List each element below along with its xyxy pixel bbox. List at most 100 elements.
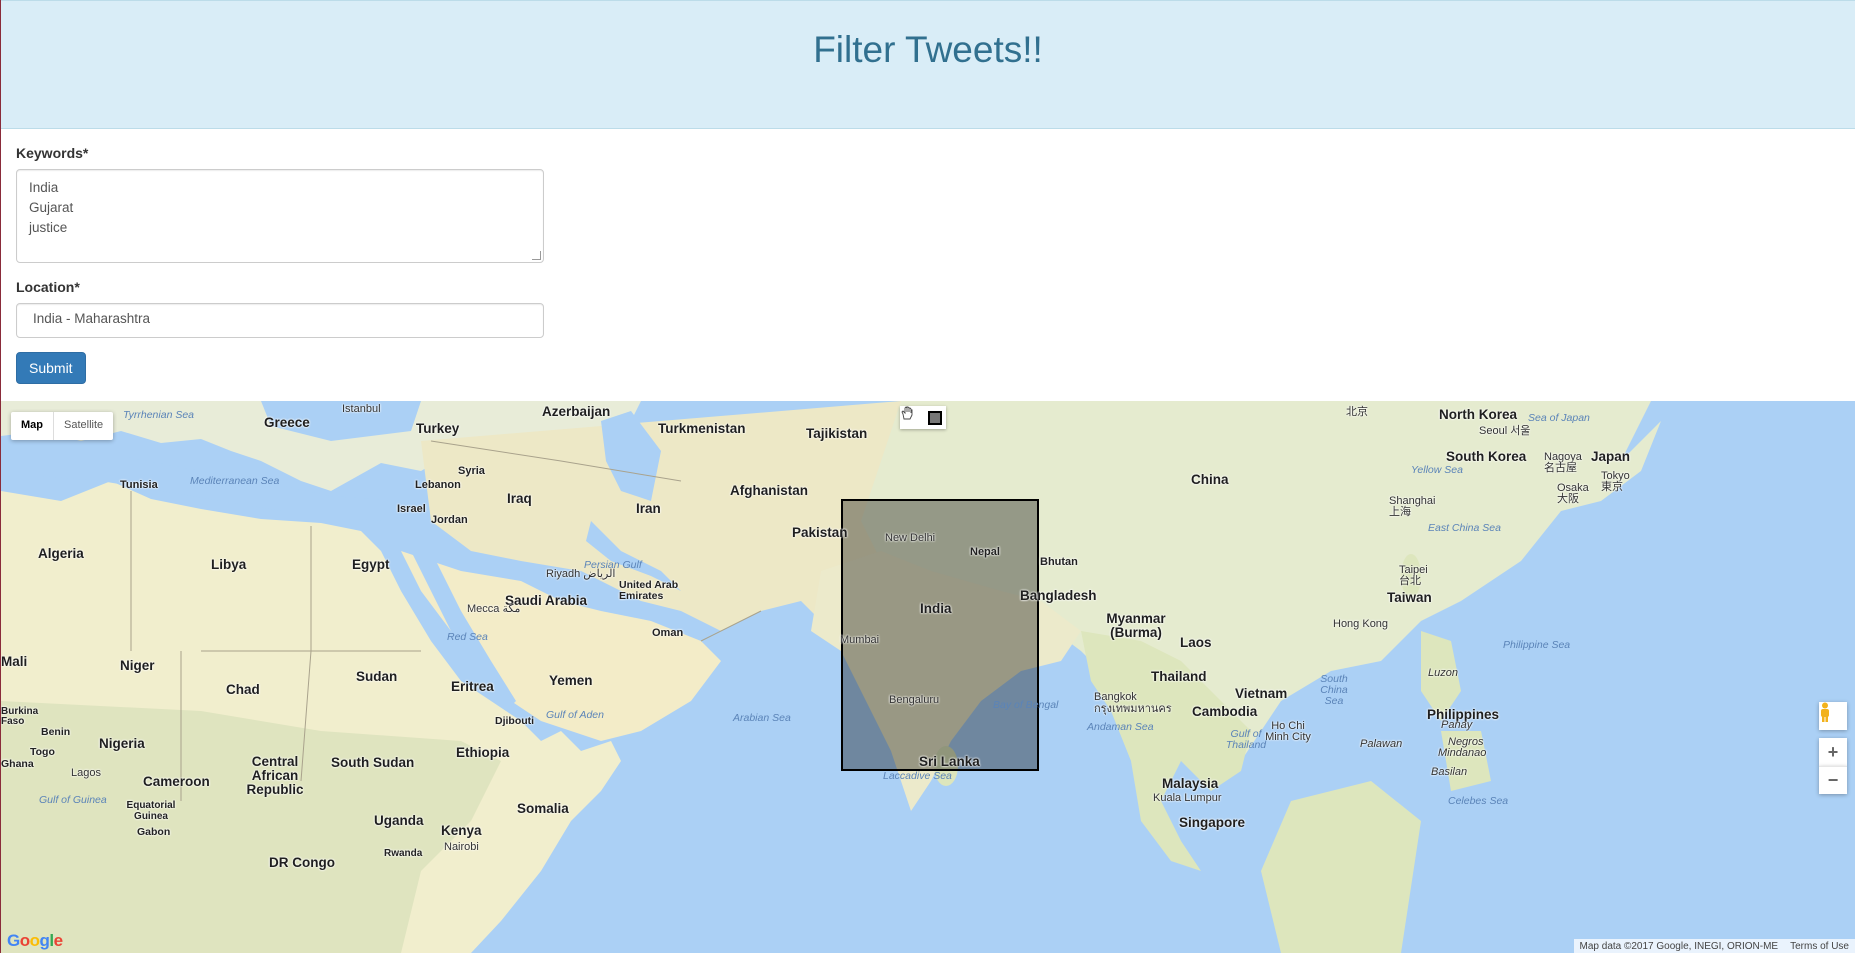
city-label: Seoul 서울 (1479, 425, 1531, 437)
map-type-map-button[interactable]: Map (11, 412, 54, 440)
map-label: Ghana (1, 758, 34, 770)
city-label: Nairobi (444, 841, 479, 853)
map-label: Japan (1591, 449, 1631, 464)
sea-label: Gulf of Guinea (39, 794, 107, 806)
city-label: Panay (1441, 719, 1473, 731)
map-label: Oman (652, 627, 684, 639)
map-label: Sri Lanka (919, 754, 980, 769)
google-logo: Google (7, 931, 63, 950)
map-label: Central African Republic (246, 754, 304, 797)
map-label: Thailand (1151, 669, 1207, 684)
map-label: Algeria (38, 546, 84, 561)
map-label: Togo (30, 746, 55, 758)
map-view[interactable]: Greece Turkey Azerbaijan Turkmenistan Ta… (1, 401, 1855, 953)
page-header: Filter Tweets!! (1, 0, 1855, 129)
rectangle-draw-icon[interactable] (923, 406, 946, 429)
map-label: Egypt (352, 557, 390, 572)
map-label: Turkey (416, 421, 460, 436)
map-label: Jordan (431, 514, 468, 526)
map-attribution-bar: Map data ©2017 Google, INEGI, ORION-ME T… (1573, 939, 1855, 953)
map-label: Cameroon (143, 774, 210, 789)
map-label: Greece (264, 415, 310, 430)
map-label: Taiwan (1387, 590, 1432, 605)
map-label: Tunisia (120, 479, 158, 491)
pegman-icon[interactable] (1819, 702, 1847, 730)
city-label: New Delhi (885, 532, 936, 544)
city-label: Hong Kong (1333, 618, 1389, 630)
map-label: South Korea (1446, 449, 1527, 464)
sea-label: Yellow Sea (1411, 464, 1463, 476)
map-label: Iran (636, 501, 661, 516)
map-label: Bhutan (1040, 556, 1078, 568)
map-label: Israel (397, 503, 426, 515)
map-label: DR Congo (269, 855, 335, 870)
map-label: Burkina Faso (1, 706, 39, 727)
sea-label: Tyrrhenian Sea (123, 409, 195, 421)
sea-label: Mediterranean Sea (190, 475, 280, 487)
sea-label: Gulf of Thailand (1225, 728, 1267, 751)
keywords-label: Keywords* (16, 145, 89, 161)
map-label: Rwanda (384, 848, 423, 859)
map-label: Libya (211, 557, 247, 572)
map-label: Ethiopia (456, 745, 510, 760)
city-label: Luzon (1428, 667, 1458, 679)
map-label: Myanmar (Burma) (1106, 611, 1166, 640)
filter-form: Keywords* India Gujarat justice Location… (1, 129, 1855, 401)
map-label: North Korea (1439, 407, 1518, 422)
map-label: Equatorial Guinea (126, 800, 176, 822)
sea-label: South China Sea (1320, 673, 1348, 707)
sea-label: Sea of Japan (1528, 412, 1590, 424)
resize-handle-icon[interactable] (532, 251, 541, 260)
map-label: Turkmenistan (658, 421, 746, 436)
city-label: Bengaluru (889, 694, 940, 706)
sea-label: Arabian Sea (733, 712, 791, 724)
keyword-line: Gujarat (29, 200, 74, 215)
map-label: Benin (41, 726, 71, 738)
map-label: Lebanon (415, 479, 461, 491)
map-type-satellite-button[interactable]: Satellite (54, 412, 113, 440)
map-label: Somalia (517, 801, 569, 816)
city-label: Bangkok กรุงเทพมหานคร (1094, 691, 1172, 715)
sea-label: Gulf of Aden (546, 709, 604, 721)
submit-button[interactable]: Submit (16, 352, 86, 384)
sea-label: Laccadive Sea (883, 770, 952, 782)
city-label: Kuala Lumpur (1153, 792, 1222, 804)
map-label: Nigeria (99, 736, 145, 751)
map-label: Niger (120, 658, 155, 673)
map-label: India (920, 601, 952, 616)
map-label: Bangladesh (1020, 588, 1097, 603)
city-label: Taipei 台北 (1399, 564, 1428, 587)
map-label: Gabon (137, 826, 171, 838)
city-label: Osaka 大阪 (1557, 482, 1589, 505)
map-label: Afghanistan (730, 483, 809, 498)
map-label: Yemen (549, 673, 593, 688)
city-label: Basilan (1431, 766, 1468, 778)
map-label: United Arab Emirates (619, 579, 679, 602)
map-label: Kenya (441, 823, 482, 838)
location-input[interactable]: India - Maharashtra (16, 303, 544, 338)
map-label: Azerbaijan (542, 404, 611, 419)
keyword-line: India (29, 180, 59, 195)
sea-label: Red Sea (447, 631, 488, 643)
map-label: Iraq (507, 491, 532, 506)
map-label: South Sudan (331, 755, 415, 770)
map-label: Cambodia (1192, 704, 1258, 719)
sea-label: Celebes Sea (1448, 795, 1509, 807)
city-label: Palawan (1360, 738, 1403, 750)
map-label: Laos (1180, 635, 1212, 650)
city-label: Nagoya 名古屋 (1544, 451, 1582, 474)
zoom-out-button[interactable]: − (1819, 766, 1847, 794)
keyword-line: justice (29, 220, 68, 235)
sea-label: Persian Gulf (584, 559, 642, 571)
city-label: Shanghai 上海 (1389, 495, 1436, 518)
zoom-in-button[interactable]: + (1819, 738, 1847, 766)
hand-pan-icon[interactable] (900, 406, 923, 429)
map-label: Djibouti (495, 715, 535, 727)
terms-of-use-link[interactable]: Terms of Use (1790, 941, 1849, 952)
map-attribution: Map data ©2017 Google, INEGI, ORION-ME (1579, 940, 1779, 952)
location-label: Location* (16, 279, 80, 295)
map-label: Singapore (1179, 815, 1246, 830)
keywords-textarea[interactable]: India Gujarat justice (16, 169, 544, 263)
map-label: Syria (458, 465, 485, 477)
map-label: China (1191, 472, 1229, 487)
